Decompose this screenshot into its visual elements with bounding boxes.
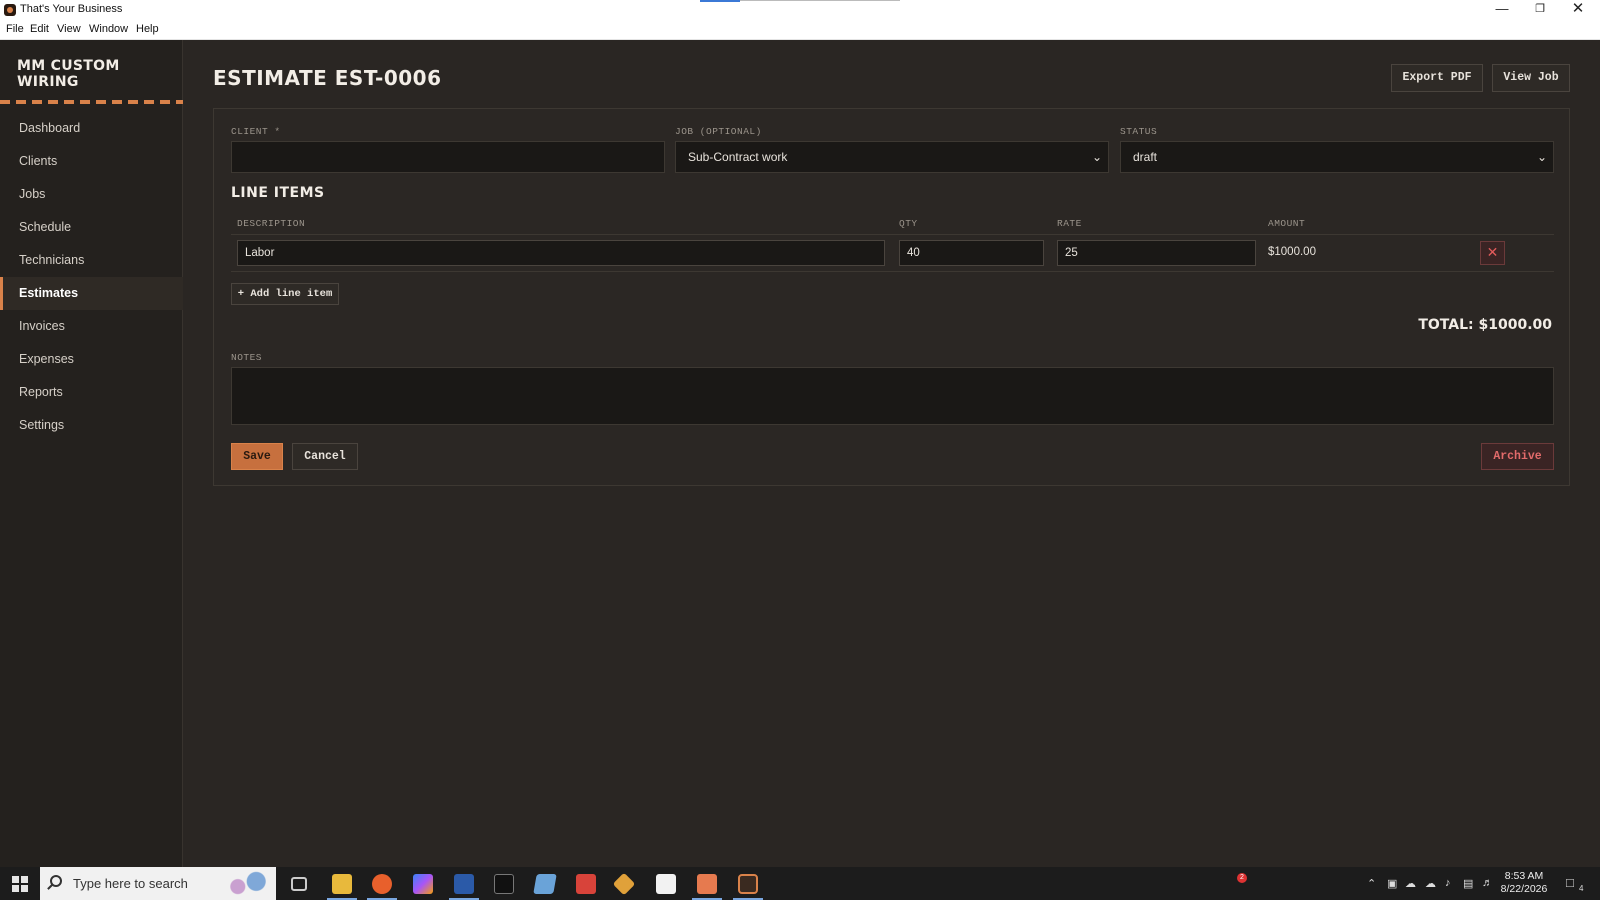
menu-help[interactable]: Help [136,23,159,35]
powershell-icon[interactable] [454,874,474,894]
sidebar-item-expenses[interactable]: Expenses [0,343,183,376]
window-title: That's Your Business [20,3,123,15]
volume-icon[interactable]: ♬ [1482,877,1493,889]
file-explorer-icon[interactable] [332,874,352,894]
line-items-title: LINE ITEMS [231,185,325,201]
client-field[interactable] [231,141,665,173]
title-indicator-track [740,0,900,1]
firefox-icon[interactable] [372,874,392,894]
notes-textarea[interactable] [231,367,1554,425]
menu-window[interactable]: Window [89,23,128,35]
sidebar-item-estimates[interactable]: Estimates [0,277,183,310]
clock-date: 8/22/2026 [1500,883,1548,895]
sidebar-item-technicians[interactable]: Technicians [0,244,183,277]
close-button[interactable]: ✕ [1560,0,1596,20]
taskbar-clock[interactable]: 8:53 AM 8/22/2026 [1494,870,1554,896]
estimate-total: TOTAL: $1000.00 [1418,317,1552,333]
line-amount: $1000.00 [1268,246,1316,258]
client-label: CLIENT * [231,126,281,137]
export-pdf-button[interactable]: Export PDF [1391,64,1483,92]
line-qty-input[interactable]: 40 [899,240,1044,266]
network-off-icon[interactable]: ☁ [1405,877,1416,890]
column-header-description: DESCRIPTION [237,218,306,229]
column-header-rate: RATE [1057,218,1082,229]
status-select[interactable]: draft ⌄ [1120,141,1554,173]
add-line-item-button[interactable]: + Add line item [231,283,339,305]
microphone-icon[interactable]: ♪ [1445,877,1451,889]
cancel-button[interactable]: Cancel [292,443,358,470]
menu-edit[interactable]: Edit [30,23,49,35]
column-header-qty: QTY [899,218,918,229]
notes-label: NOTES [231,352,263,363]
app-ghost-icon[interactable] [656,874,676,894]
sidebar-item-reports[interactable]: Reports [0,376,183,409]
table-divider [231,234,1554,235]
search-placeholder: Type here to search [73,876,188,891]
menu-view[interactable]: View [57,23,81,35]
search-highlight-image [224,871,270,897]
task-view-icon[interactable] [291,877,307,891]
line-rate-input[interactable]: 25 [1057,240,1256,266]
sidebar: MM CUSTOM WIRING Dashboard Clients Jobs … [0,40,183,867]
minimize-button[interactable]: — [1484,0,1520,20]
notification-badge[interactable]: 2 [1237,873,1247,883]
sidebar-item-dashboard[interactable]: Dashboard [0,112,183,145]
sidebar-item-invoices[interactable]: Invoices [0,310,183,343]
ethernet-icon[interactable]: ▤ [1463,877,1473,890]
cloud-icon[interactable]: ☁ [1425,877,1436,890]
job-select-value: Sub-Contract work [688,150,788,164]
delete-line-icon[interactable]: ✕ [1480,241,1505,265]
hazard-stripe [0,100,183,104]
status-label: STATUS [1120,126,1158,137]
sidebar-item-clients[interactable]: Clients [0,145,183,178]
job-label: JOB (OPTIONAL) [675,126,762,137]
notepad-icon[interactable] [533,874,557,894]
page-title: ESTIMATE EST-0006 [213,66,442,90]
save-button[interactable]: Save [231,443,283,470]
menu-bar: File Edit View Window Help [0,20,1600,40]
sidebar-item-jobs[interactable]: Jobs [0,178,183,211]
terminal-icon[interactable] [494,874,514,894]
chevron-down-icon: ⌄ [1091,150,1102,164]
chevron-up-icon[interactable]: ⌃ [1367,877,1376,890]
action-center-icon[interactable]: □ [1566,875,1574,890]
column-header-amount: AMOUNT [1268,218,1306,229]
estimate-form-card: CLIENT * JOB (OPTIONAL) Sub-Contract wor… [213,108,1570,486]
view-job-button[interactable]: View Job [1492,64,1570,92]
windows-start-icon[interactable] [12,876,28,892]
status-select-value: draft [1133,150,1158,164]
table-divider [231,271,1554,272]
meet-icon[interactable]: ▣ [1387,877,1397,890]
copilot-icon[interactable] [413,874,433,894]
git-icon[interactable] [612,872,636,896]
taskbar: Type here to search 2 ⌃ ▣ ☁ ☁ ♪ ▤ ♬ 8:53… [0,867,1600,900]
title-indicator [700,0,740,2]
brand-logo-text: MM CUSTOM WIRING [17,58,120,90]
sidebar-item-settings[interactable]: Settings [0,409,183,442]
archive-button[interactable]: Archive [1481,443,1554,470]
app-icon [4,4,16,16]
maximize-button[interactable]: ❐ [1522,0,1558,20]
window-titlebar: That's Your Business — ❐ ✕ [0,0,1600,20]
gmail-icon[interactable] [576,874,596,894]
action-center-count: 4 [1579,884,1584,893]
search-icon [50,875,62,887]
job-select[interactable]: Sub-Contract work ⌄ [675,141,1109,173]
line-description-input[interactable]: Labor [237,240,885,266]
chevron-down-icon: ⌄ [1536,150,1547,164]
claude-icon[interactable] [697,874,717,894]
menu-file[interactable]: File [6,23,24,35]
thats-your-business-icon[interactable] [738,874,758,894]
sidebar-item-schedule[interactable]: Schedule [0,211,183,244]
taskbar-search-input[interactable]: Type here to search [40,867,276,900]
clock-time: 8:53 AM [1504,870,1544,882]
